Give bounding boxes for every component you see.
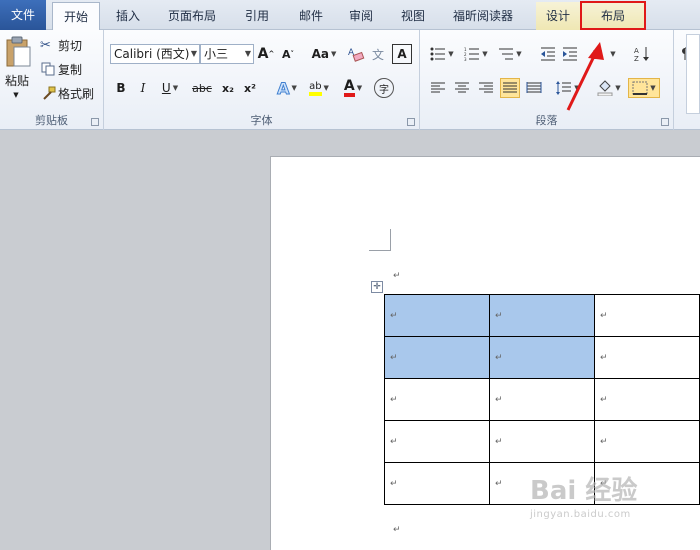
table-cell[interactable]: ↵	[489, 378, 595, 421]
cut-button[interactable]: ✂ 剪切	[40, 36, 100, 54]
clipboard-group: 粘贴 ▼ ✂ 剪切 复制 格式刷 剪贴板	[0, 30, 104, 130]
align-right-icon[interactable]	[476, 78, 496, 98]
table-cell[interactable]: ↵	[384, 378, 490, 421]
justify-icon[interactable]	[500, 78, 520, 98]
shading-icon[interactable]: ▼	[594, 78, 624, 98]
table-cell[interactable]: ↵	[594, 420, 700, 463]
paste-button[interactable]	[2, 34, 34, 70]
format-painter-button[interactable]: 格式刷	[40, 84, 104, 102]
chevron-down-icon: ▼	[190, 49, 197, 58]
table-cell[interactable]: ↵	[384, 336, 490, 379]
font-group: Calibri (西文) ▼ 小三 ▼ A ^ A ˅ Aa ▼ A 文 A B I …	[104, 30, 420, 130]
table-cell[interactable]: ↵	[489, 420, 595, 463]
table-row: ↵ ↵ ↵	[384, 420, 700, 463]
svg-text:Z: Z	[634, 55, 639, 62]
phonetic-guide-button[interactable]: 文	[368, 44, 388, 64]
tab-foxit-reader[interactable]: 福昕阅读器	[444, 2, 522, 30]
decrease-indent-icon[interactable]	[538, 44, 558, 64]
chinese-layout-icon[interactable]: X ▼	[590, 44, 618, 64]
italic-button[interactable]: I	[134, 78, 152, 98]
clipboard-dialog-launcher-icon[interactable]	[91, 118, 99, 126]
baidu-watermark: Bai 经验 jingyan.baidu.com	[530, 476, 638, 520]
tab-review[interactable]: 审阅	[340, 2, 382, 30]
align-left-icon[interactable]	[428, 78, 448, 98]
grow-font-button[interactable]: A ^	[256, 44, 276, 64]
font-dialog-launcher-icon[interactable]	[407, 118, 415, 126]
tab-table-design[interactable]: 设计	[536, 2, 580, 30]
table-cell[interactable]: ↵	[384, 294, 490, 337]
table-cell[interactable]: ↵	[594, 336, 700, 379]
paragraph-dialog-launcher-icon[interactable]	[661, 118, 669, 126]
svg-text:A: A	[634, 47, 639, 55]
bold-button[interactable]: B	[112, 78, 130, 98]
numbering-icon[interactable]: 1 2 3 ▼	[462, 44, 490, 64]
styles-gallery[interactable]	[686, 34, 700, 114]
table-cell[interactable]: ↵	[489, 336, 595, 379]
table-row: ↵ ↵ ↵	[384, 336, 700, 379]
clipboard-group-label: 剪贴板	[35, 114, 68, 127]
distributed-icon[interactable]	[524, 78, 544, 98]
tab-view[interactable]: 视图	[392, 2, 434, 30]
tab-page-layout[interactable]: 页面布局	[160, 2, 224, 30]
text-effects-button[interactable]: A ▼	[272, 78, 302, 98]
scissors-icon: ✂	[40, 37, 51, 53]
borders-icon[interactable]: ▼	[628, 78, 660, 98]
table-move-handle-icon[interactable]: ✛	[371, 281, 383, 293]
shrink-font-button[interactable]: A ˅	[278, 44, 298, 64]
character-border-icon[interactable]: A	[392, 44, 412, 64]
paintbrush-icon	[43, 86, 56, 100]
increase-indent-icon[interactable]	[560, 44, 580, 64]
multilevel-list-icon[interactable]: ▼	[496, 44, 524, 64]
line-spacing-icon[interactable]: ▼	[554, 78, 582, 98]
tab-file[interactable]: 文件	[0, 0, 46, 30]
table-cell[interactable]: ↵	[384, 420, 490, 463]
subscript-button[interactable]: x₂	[218, 78, 238, 98]
margin-corner-mark	[369, 229, 391, 251]
paragraph-group-label: 段落	[535, 114, 558, 127]
ribbon: 粘贴 ▼ ✂ 剪切 复制 格式刷 剪贴板 Calibri (西文) ▼ 小三 ▼…	[0, 30, 700, 130]
paste-label[interactable]: 粘贴	[0, 72, 34, 88]
styles-group-partial	[674, 30, 700, 130]
font-name-combo[interactable]: Calibri (西文) ▼	[110, 44, 200, 64]
paragraph-mark: ↵	[393, 271, 401, 281]
superscript-button[interactable]: x²	[240, 78, 260, 98]
table-cell[interactable]: ↵	[594, 294, 700, 337]
paragraph-mark: ↵	[393, 525, 401, 535]
tab-home[interactable]: 开始	[52, 2, 100, 31]
strikethrough-button[interactable]: abc	[190, 78, 214, 98]
table-cell[interactable]: ↵	[489, 294, 595, 337]
bullets-icon[interactable]: ▼	[428, 44, 456, 64]
table-row: ↵ ↵ ↵	[384, 294, 700, 337]
sort-icon[interactable]: AZ	[632, 44, 652, 64]
font-group-label: 字体	[250, 114, 273, 127]
copy-button[interactable]: 复制	[40, 60, 100, 78]
table-cell[interactable]: ↵	[594, 378, 700, 421]
font-color-button[interactable]: A ▼	[338, 78, 368, 98]
eraser-icon: A	[348, 48, 365, 62]
align-center-icon[interactable]	[452, 78, 472, 98]
tab-mailings[interactable]: 邮件	[290, 2, 332, 30]
text-highlight-button[interactable]: ab ▼	[304, 78, 334, 98]
clipboard-icon	[6, 36, 31, 67]
underline-button[interactable]: U ▼	[156, 78, 184, 98]
tab-references[interactable]: 引用	[236, 2, 278, 30]
copy-icon	[41, 62, 55, 76]
enclose-characters-icon[interactable]: 字	[374, 78, 394, 98]
change-case-button[interactable]: Aa ▼	[310, 44, 338, 64]
chevron-down-icon: ▼	[244, 49, 251, 58]
font-size-combo[interactable]: 小三 ▼	[200, 44, 254, 64]
svg-text:X: X	[593, 48, 603, 61]
table-row: ↵ ↵ ↵	[384, 378, 700, 421]
paste-dropdown-icon[interactable]: ▼	[8, 90, 24, 100]
svg-text:3: 3	[464, 57, 467, 61]
tab-insert[interactable]: 插入	[108, 2, 148, 30]
clear-formatting-button[interactable]: A	[346, 44, 366, 64]
highlight-box	[580, 1, 646, 30]
paragraph-group: ▼ 1 2 3 ▼ ▼ X ▼ AZ ▼ ▼ ▼ 段落	[420, 30, 674, 130]
table-cell[interactable]: ↵	[384, 462, 490, 505]
